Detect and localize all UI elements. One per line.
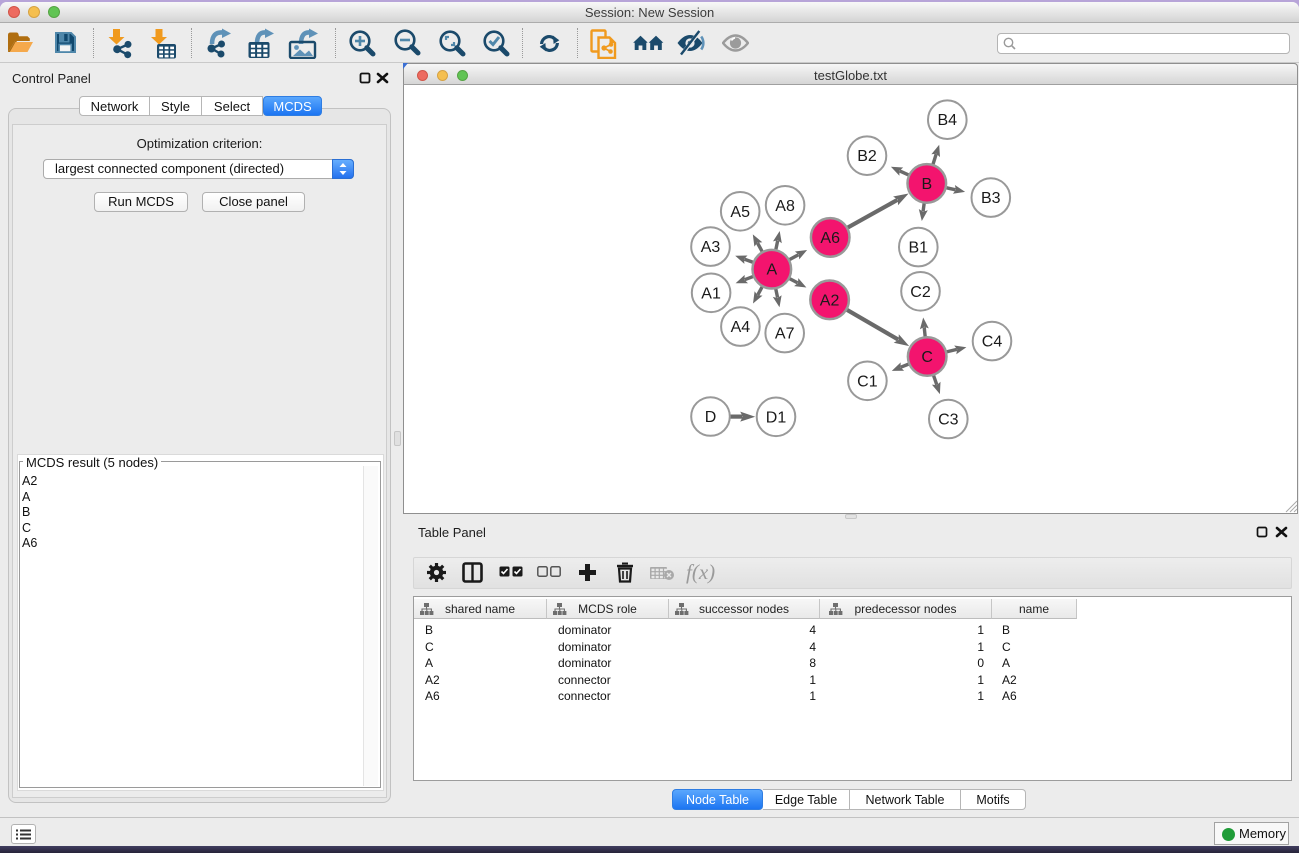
svg-text:B2: B2 — [857, 148, 877, 165]
svg-text:C4: C4 — [982, 334, 1003, 351]
svg-text:B: B — [921, 176, 932, 193]
svg-text:B1: B1 — [909, 240, 929, 257]
svg-text:C1: C1 — [857, 373, 878, 390]
svg-text:D1: D1 — [766, 409, 787, 426]
svg-text:A7: A7 — [775, 326, 795, 343]
svg-text:C3: C3 — [938, 412, 959, 429]
svg-text:B4: B4 — [938, 112, 958, 129]
svg-text:A: A — [766, 262, 777, 279]
svg-text:A6: A6 — [820, 230, 840, 247]
svg-text:D: D — [705, 409, 717, 426]
svg-text:A8: A8 — [775, 198, 795, 215]
svg-text:A1: A1 — [701, 285, 721, 302]
svg-text:A5: A5 — [730, 204, 750, 221]
svg-text:A2: A2 — [820, 292, 840, 309]
svg-text:C: C — [921, 349, 933, 366]
svg-text:A3: A3 — [701, 239, 721, 256]
svg-text:A4: A4 — [731, 319, 751, 336]
svg-text:C2: C2 — [910, 284, 931, 301]
svg-text:B3: B3 — [981, 190, 1001, 207]
